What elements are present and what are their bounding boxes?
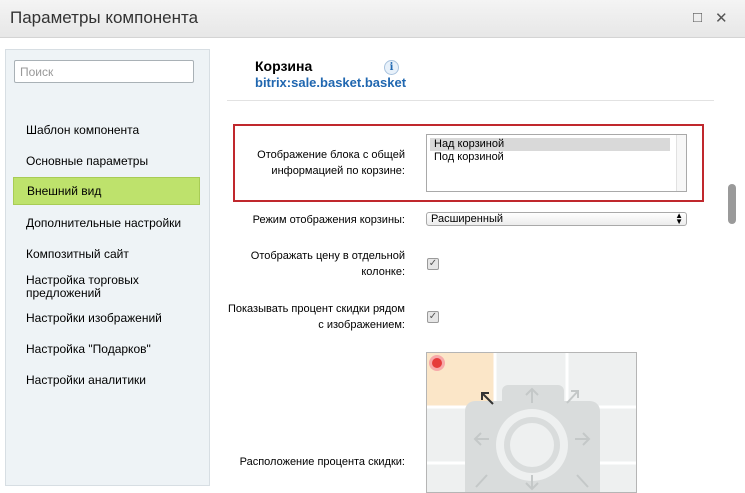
price-column-label: Отображать цену в отдельной колонке: bbox=[250, 250, 405, 278]
component-id: bitrix:sale.basket.basket bbox=[255, 75, 407, 90]
close-icon[interactable]: ✕ bbox=[715, 9, 728, 27]
listbox-option[interactable]: Над корзиной bbox=[430, 138, 670, 151]
discount-position-picker[interactable] bbox=[426, 352, 637, 493]
sidebar-item-offers[interactable]: Настройка торговых предложений bbox=[13, 274, 143, 300]
info-block-label: Отображение блока с общей информацией по… bbox=[257, 149, 405, 177]
sidebar-item-additional[interactable]: Дополнительные настройки bbox=[13, 217, 200, 230]
display-mode-value: Расширенный bbox=[431, 213, 503, 225]
search-input[interactable] bbox=[14, 60, 194, 83]
chevron-updown-icon: ▲ ▼ bbox=[675, 211, 683, 226]
restore-icon[interactable]: □ bbox=[693, 9, 702, 26]
sidebar-item-gifts[interactable]: Настройка "Подарков" bbox=[13, 343, 200, 356]
listbox-option[interactable]: Под корзиной bbox=[430, 151, 670, 164]
page-title: Корзина bbox=[255, 58, 313, 74]
content-panel: Корзина bitrix:sale.basket.basket i Отоб… bbox=[210, 38, 745, 493]
sidebar-item-template[interactable]: Шаблон компонента bbox=[13, 124, 200, 137]
discount-percent-label: Показывать процент скидки рядом с изобра… bbox=[227, 303, 405, 331]
sidebar-item-analytics[interactable]: Настройки аналитики bbox=[13, 374, 200, 387]
content-scrollbar[interactable] bbox=[728, 184, 736, 224]
display-mode-label: Режим отображения корзины: bbox=[252, 214, 405, 226]
title-bar: Параметры компонента □ ✕ bbox=[0, 0, 745, 38]
discount-percent-checkbox[interactable]: ✓ bbox=[427, 311, 439, 323]
window-title: Параметры компонента bbox=[10, 8, 199, 27]
display-mode-select[interactable]: Расширенный ▲ ▼ bbox=[426, 212, 687, 226]
discount-position-label: Расположение процента скидки: bbox=[239, 456, 405, 468]
sidebar-item-appearance[interactable]: Внешний вид bbox=[13, 177, 200, 205]
position-grid-graphic bbox=[427, 353, 636, 492]
sidebar-item-images[interactable]: Настройки изображений bbox=[13, 312, 200, 325]
header-divider bbox=[227, 100, 714, 101]
info-block-listbox[interactable]: Над корзиной Под корзиной bbox=[426, 134, 687, 192]
info-icon[interactable]: i bbox=[384, 60, 399, 75]
price-column-checkbox[interactable]: ✓ bbox=[427, 258, 439, 270]
listbox-scrollbar[interactable] bbox=[676, 135, 686, 191]
sidebar-item-label: Внешний вид bbox=[27, 183, 102, 198]
sidebar-item-main-params[interactable]: Основные параметры bbox=[13, 155, 200, 168]
sidebar-item-composite[interactable]: Композитный сайт bbox=[13, 248, 200, 261]
sidebar: Шаблон компонента Основные параметры Вне… bbox=[5, 49, 210, 486]
